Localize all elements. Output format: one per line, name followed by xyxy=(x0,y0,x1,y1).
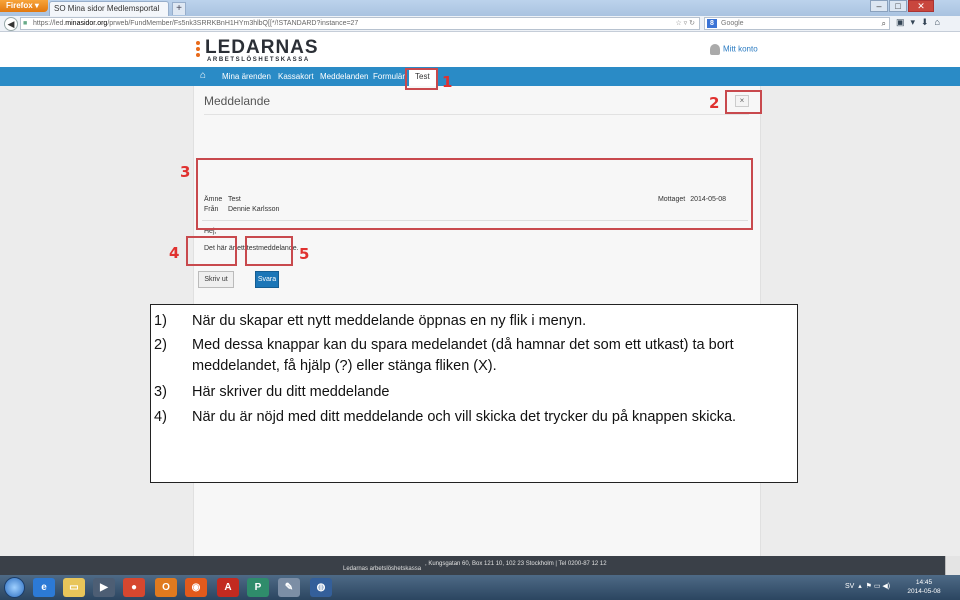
print-button[interactable]: Skriv ut xyxy=(198,271,234,288)
home-icon[interactable]: ⌂ xyxy=(200,70,206,81)
site-header: LEDARNAS ARBETSLÖSHETSKASSA Mitt konto xyxy=(0,32,960,67)
firefox-menu-button[interactable]: Firefox ▾ xyxy=(0,0,48,12)
firefox-icon[interactable]: ◉ xyxy=(185,578,207,597)
browser-titlebar: Firefox ▾ SO Mina sidor Medlemsportal + … xyxy=(0,0,960,16)
url-path: /prweb/FundMember/Fs5nk3SRRKBnH1HYm3hlbQ… xyxy=(107,20,359,27)
close-window-button[interactable]: ✕ xyxy=(908,0,934,12)
clock[interactable]: 14:45 2014-05-08 xyxy=(905,578,943,596)
lock-icon: ■ xyxy=(23,20,28,27)
my-account-label: Mitt konto xyxy=(723,44,758,54)
instruction-number: 2) xyxy=(154,337,167,353)
instruction-3: 3) Här skriver du ditt meddelande xyxy=(154,384,389,400)
browser-navbar: ◀ ■ https://led.minasidor.org/prweb/Fund… xyxy=(0,16,960,32)
logo-dots xyxy=(196,41,202,61)
office-icon[interactable]: O xyxy=(155,578,177,597)
logo-sub-text: ARBETSLÖSHETSKASSA xyxy=(207,57,310,63)
reply-button[interactable]: Svara xyxy=(255,271,279,288)
new-tab-button[interactable]: + xyxy=(172,2,186,15)
search-icon[interactable]: ⌕ xyxy=(882,18,886,29)
minimize-button[interactable]: – xyxy=(870,0,888,12)
annotation-box-4 xyxy=(186,236,237,266)
annotation-number-1: 1 xyxy=(442,73,453,91)
bookmark-star-icon[interactable]: ☆ ▿ ↻ xyxy=(675,18,695,29)
logo-main-text: LEDARNAS xyxy=(205,37,319,58)
clock-time: 14:45 xyxy=(915,579,933,586)
browser-toolbar-icons[interactable]: ▣▾⬇⌂ xyxy=(896,17,946,28)
annotation-number-2: 2 xyxy=(709,94,720,112)
instruction-text: När du skapar ett nytt meddelande öppnas… xyxy=(192,313,587,329)
annotation-box-2 xyxy=(725,90,762,114)
acrobat-icon[interactable]: A xyxy=(217,578,239,597)
instruction-box: 1) När du skapar ett nytt meddelande öppn… xyxy=(150,304,798,483)
instruction-number: 1) xyxy=(154,313,167,329)
instruction-2: 2) Med dessa knappar kan du spara medelan… xyxy=(154,337,734,353)
title-divider xyxy=(204,114,749,115)
instruction-text: Med dessa knappar kan du spara medelande… xyxy=(192,337,734,353)
annotation-box-3 xyxy=(196,158,753,230)
internet-explorer-icon[interactable]: e xyxy=(33,578,55,597)
tab-title: SO Mina sidor Medlemsportal xyxy=(54,4,160,13)
paint-icon[interactable]: ✎ xyxy=(278,578,300,597)
menu-item-meddelanden[interactable]: Meddelanden xyxy=(320,72,368,81)
search-placeholder: Google xyxy=(721,20,744,27)
site-footer: Ledarnas arbetslöshetskassa , Kungsgatan… xyxy=(0,556,945,575)
my-account-link[interactable]: Mitt konto xyxy=(710,44,758,55)
user-icon xyxy=(710,44,720,55)
annotation-box-1 xyxy=(405,68,438,90)
file-explorer-icon[interactable]: ▭ xyxy=(63,578,85,597)
address-bar[interactable]: ■ https://led.minasidor.org/prweb/FundMe… xyxy=(20,17,700,30)
clock-date: 2014-05-08 xyxy=(907,588,941,595)
instruction-2-continued: meddelandet, få hjälp (?) eller stänga f… xyxy=(154,358,497,374)
media-player-icon[interactable]: ▶ xyxy=(93,578,115,597)
instruction-number: 3) xyxy=(154,384,167,400)
language-indicator[interactable]: SV xyxy=(845,583,854,590)
menu-item-formular[interactable]: Formulär xyxy=(373,72,405,81)
main-menu: ⌂ Mina ärenden Kassakort Meddelanden For… xyxy=(0,67,960,86)
publisher-icon[interactable]: P xyxy=(247,578,269,597)
chrome-icon[interactable]: ● xyxy=(123,578,145,597)
page-title: Meddelande xyxy=(204,94,271,108)
back-arrow-icon[interactable]: ◀ xyxy=(4,17,18,31)
system-tray[interactable]: SV ▴ ⚑ ▭ ◀) xyxy=(845,582,890,590)
annotation-number-5: 5 xyxy=(299,245,310,263)
menu-item-mina-arenden[interactable]: Mina ärenden xyxy=(222,72,271,81)
annotation-number-3: 3 xyxy=(180,163,191,181)
instruction-4: 4) När du är nöjd med ditt meddelande och… xyxy=(154,409,736,425)
instruction-text: meddelandet, få hjälp (?) eller stänga f… xyxy=(192,358,497,374)
ledarnas-logo[interactable]: LEDARNAS ARBETSLÖSHETSKASSA xyxy=(196,37,319,65)
search-input[interactable]: 8 Google ⌕ xyxy=(704,17,890,30)
instruction-number: 4) xyxy=(154,409,167,425)
browser-tab[interactable]: SO Mina sidor Medlemsportal xyxy=(49,1,169,16)
instruction-1: 1) När du skapar ett nytt meddelande öppn… xyxy=(154,313,586,329)
firefox-menu-label: Firefox xyxy=(6,1,33,10)
start-button-icon[interactable] xyxy=(4,577,25,598)
instruction-text: Här skriver du ditt meddelande xyxy=(192,384,390,400)
windows-taskbar: e ▭ ▶ ● O ◉ A P ✎ ◍ SV ▴ ⚑ ▭ ◀) 14:45 20… xyxy=(0,575,960,600)
vertical-scrollbar[interactable] xyxy=(945,556,960,575)
menu-item-kassakort[interactable]: Kassakort xyxy=(278,72,314,81)
url-prefix: https://led. xyxy=(33,20,66,27)
url-domain: minasidor.org xyxy=(65,20,108,27)
annotation-box-5 xyxy=(245,236,293,266)
footer-address: , Kungsgatan 60, Box 121 10, 102 23 Stoc… xyxy=(425,561,607,567)
footer-org: Ledarnas arbetslöshetskassa xyxy=(343,566,422,572)
annotation-number-4: 4 xyxy=(169,244,180,262)
network-icon[interactable]: ◍ xyxy=(310,578,332,597)
instruction-text: När du är nöjd med ditt meddelande och v… xyxy=(192,409,737,425)
google-icon: 8 xyxy=(707,19,717,28)
maximize-button[interactable]: □ xyxy=(889,0,907,12)
